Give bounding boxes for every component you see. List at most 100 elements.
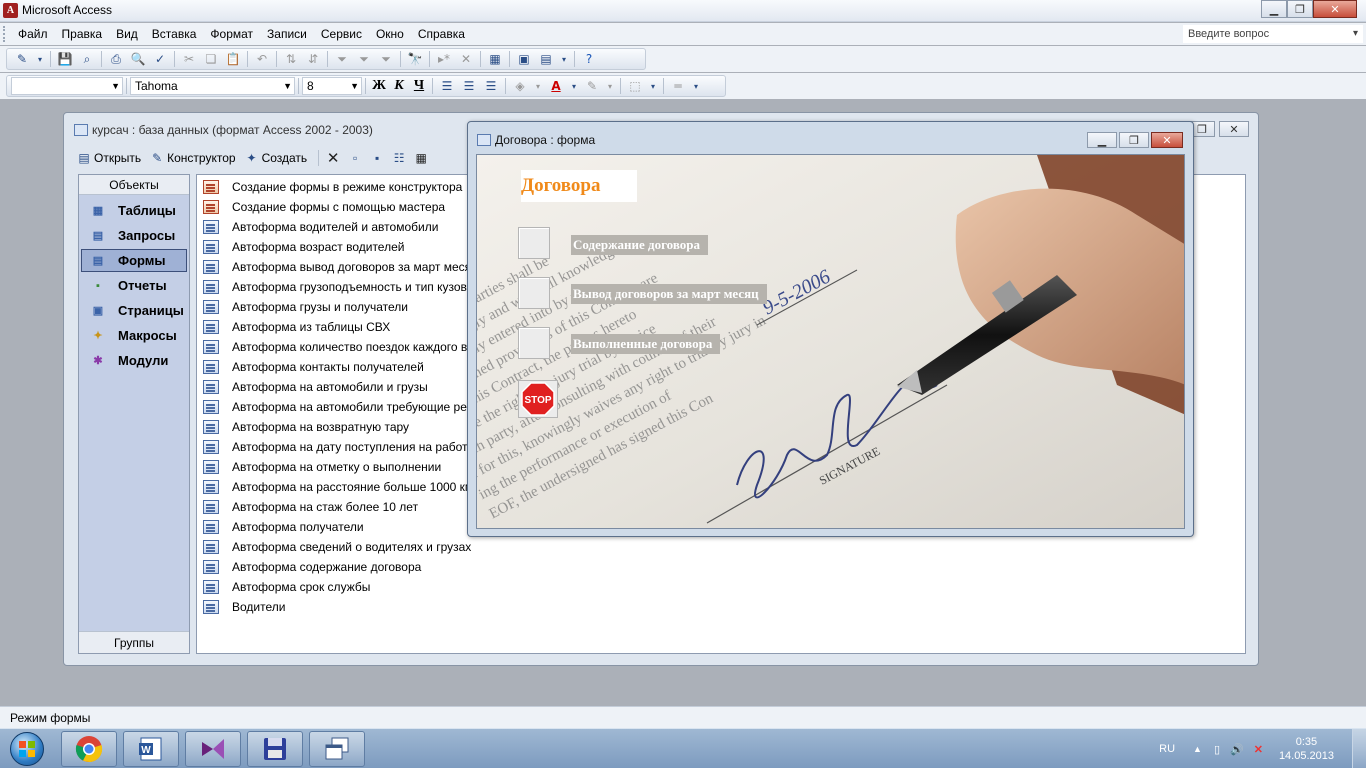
object-reports[interactable]: ▪ Отчеты [81,274,187,297]
properties-icon[interactable]: ▦ [487,51,503,67]
font-color-icon[interactable]: A [548,78,564,94]
menu-records[interactable]: Записи [260,27,314,41]
large-icons-icon[interactable]: ▫ [347,150,363,166]
underline-button[interactable]: Ч [409,77,429,95]
object-combo[interactable]: ▼ [11,77,123,95]
object-modules[interactable]: ✱ Модули [81,349,187,372]
align-left-icon[interactable]: ☰ [439,78,455,94]
small-icons-icon[interactable]: ▪ [369,150,385,166]
italic-button[interactable]: К [389,77,409,95]
database-window-icon[interactable]: ▣ [516,51,532,67]
battery-icon[interactable]: ▯ [1214,743,1220,756]
open-button[interactable]: ▤ Открыть [76,150,141,166]
view-icon[interactable]: ✎ [14,51,30,67]
print-icon[interactable]: ⎙ [108,51,124,67]
access-app-icon[interactable]: A [3,3,18,18]
list-item[interactable]: Водители [197,597,1245,617]
menu-view[interactable]: Вид [109,27,145,41]
object-tables[interactable]: ▦ Таблицы [81,199,187,222]
network-icon[interactable]: ✕ [1254,743,1263,756]
align-right-icon[interactable]: ☰ [483,78,499,94]
line-width-dropdown-icon[interactable]: ▾ [692,78,700,94]
ask-question-input[interactable]: Введите вопрос [1183,25,1363,43]
help-icon[interactable]: ? [581,51,597,67]
language-indicator[interactable]: RU [1159,743,1175,755]
menu-insert[interactable]: Вставка [145,27,204,41]
design-button[interactable]: ✎ Конструктор [149,150,235,166]
copy-icon[interactable]: ❏ [203,51,219,67]
taskbar-access[interactable] [247,731,303,767]
view-dropdown-icon[interactable]: ▾ [36,51,44,67]
contract-content-button[interactable] [518,227,550,259]
object-macros[interactable]: ✦ Макросы [81,324,187,347]
new-object-icon[interactable]: ▤ [538,51,554,67]
form-minimize-button[interactable]: ▁ [1087,132,1117,148]
menu-file[interactable]: Файл [11,27,55,41]
delete-icon[interactable]: ✕ [325,150,341,167]
start-button[interactable] [4,730,50,768]
taskbar-access-window[interactable] [309,731,365,767]
form-restore-button[interactable]: ❐ [1119,132,1149,148]
border-icon[interactable]: ⬚ [627,78,643,94]
font-combo[interactable]: Tahoma ▼ [130,77,295,95]
print-preview-icon[interactable]: 🔍 [130,51,146,67]
list-view-icon[interactable]: ☷ [391,150,407,166]
search-file-icon[interactable]: ⌕ [79,51,95,67]
volume-icon[interactable]: 🔊 [1230,743,1244,756]
new-object-dropdown-icon[interactable]: ▾ [560,51,568,67]
taskbar-chrome[interactable] [61,731,117,767]
sort-ascending-icon[interactable]: ⇅ [283,51,299,67]
groups-button[interactable]: Группы [79,631,189,653]
font-color-dropdown-icon[interactable]: ▾ [570,78,578,94]
fill-color-icon[interactable]: ◈ [512,78,528,94]
taskbar-word[interactable]: W [123,731,179,767]
create-button[interactable]: ✦ Создать [244,150,308,166]
form-close-button[interactable]: ✕ [1151,132,1183,148]
menu-tools[interactable]: Сервис [314,27,369,41]
apply-filter-icon[interactable]: ⏷ [378,51,394,67]
menu-window[interactable]: Окно [369,27,411,41]
list-item[interactable]: Автоформа срок службы [197,577,1245,597]
sort-descending-icon[interactable]: ⇵ [305,51,321,67]
menu-format[interactable]: Формат [203,27,260,41]
find-icon[interactable]: 🔭 [407,51,423,67]
object-forms[interactable]: ▤ Формы [81,249,187,272]
spelling-icon[interactable]: ✓ [152,51,168,67]
show-desktop-button[interactable] [1352,729,1366,768]
minimize-button[interactable]: ▁ [1261,0,1287,18]
filter-by-selection-icon[interactable]: ⏷ [334,51,350,67]
march-contracts-button[interactable] [518,277,550,309]
line-color-icon[interactable]: ✎ [584,78,600,94]
menu-help[interactable]: Справка [411,27,472,41]
restore-button[interactable]: ❐ [1287,0,1313,18]
db-close-button[interactable]: ✕ [1219,121,1249,137]
close-button[interactable]: ✕ [1313,0,1357,18]
completed-contracts-button[interactable] [518,327,550,359]
save-icon[interactable]: 💾 [57,51,73,67]
new-record-icon[interactable]: ▸* [436,51,452,67]
show-hidden-icons-icon[interactable]: ▲ [1193,744,1202,754]
clock[interactable]: 0:35 14.05.2013 [1279,735,1334,763]
bold-button[interactable]: Ж [369,77,389,95]
menu-grip[interactable] [3,26,11,42]
filter-by-form-icon[interactable]: ⏷ [356,51,372,67]
line-width-icon[interactable]: ═ [670,78,686,94]
align-center-icon[interactable]: ☰ [461,78,477,94]
taskbar-visual-studio[interactable] [185,731,241,767]
menu-edit[interactable]: Правка [55,27,110,41]
list-item[interactable]: Автоформа содержание договора [197,557,1245,577]
paste-icon[interactable]: 📋 [225,51,241,67]
fill-color-dropdown-icon[interactable]: ▾ [534,78,542,94]
objects-header[interactable]: Объекты [79,175,189,195]
object-pages[interactable]: ▣ Страницы [81,299,187,322]
delete-record-icon[interactable]: ✕ [458,51,474,67]
border-dropdown-icon[interactable]: ▾ [649,78,657,94]
font-size-combo[interactable]: 8 ▼ [302,77,362,95]
stop-button[interactable]: STOP [518,380,558,418]
cut-icon[interactable]: ✂ [181,51,197,67]
line-color-dropdown-icon[interactable]: ▾ [606,78,614,94]
undo-icon[interactable]: ↶ [254,51,270,67]
object-queries[interactable]: ▤ Запросы [81,224,187,247]
details-view-icon[interactable]: ▦ [413,150,429,166]
list-item[interactable]: Автоформа сведений о водителях и грузах [197,537,1245,557]
